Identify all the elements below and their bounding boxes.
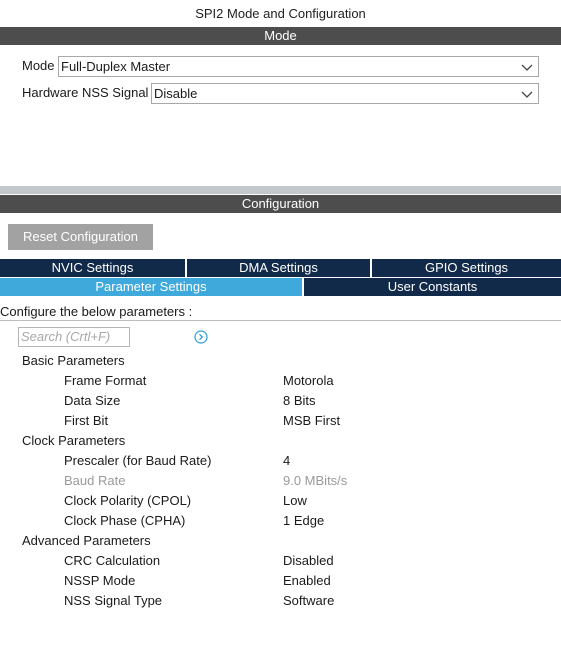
param-nssp-mode-value[interactable]: Enabled (283, 571, 331, 591)
chevron-down-icon (521, 91, 533, 98)
panel-splitter[interactable] (0, 186, 561, 194)
search-placeholder: Search (Crtl+F) (21, 329, 111, 344)
mode-select-value: Full-Duplex Master (61, 59, 171, 74)
tab-nvic-settings[interactable]: NVIC Settings (0, 259, 185, 277)
param-baud-rate-value: 9.0 MBits/s (283, 473, 348, 488)
group-advanced-parameters[interactable]: Advanced Parameters (22, 531, 151, 551)
search-next-icon[interactable] (194, 330, 208, 344)
configuration-section-header: Configuration (0, 195, 561, 213)
group-basic-parameters[interactable]: Basic Parameters (22, 351, 125, 371)
param-prescaler-name: Prescaler (for Baud Rate) (64, 453, 212, 468)
chevron-down-icon (521, 64, 533, 71)
param-cpha-name: Clock Phase (CPHA) (64, 513, 186, 528)
configure-hint-text: Configure the below parameters : (0, 303, 561, 321)
mode-section-header: Mode (0, 27, 561, 45)
param-frame-format-name: Frame Format (64, 373, 147, 388)
param-nss-signal-type-name: NSS Signal Type (64, 593, 163, 608)
group-clock-parameters[interactable]: Clock Parameters (22, 431, 125, 451)
param-nss-signal-type-value[interactable]: Software (283, 591, 334, 611)
tab-parameter-settings[interactable]: Parameter Settings (0, 278, 302, 296)
param-cpol-value[interactable]: Low (283, 491, 307, 511)
mode-select[interactable]: Full-Duplex Master (58, 56, 539, 77)
param-baud-rate-name: Baud Rate (64, 473, 126, 488)
window-title: SPI2 Mode and Configuration (195, 6, 366, 21)
nss-signal-select[interactable]: Disable (151, 83, 539, 104)
param-first-bit-value[interactable]: MSB First (283, 411, 340, 431)
nss-signal-label: Hardware NSS Signal (22, 85, 149, 100)
param-cpha-value[interactable]: 1 Edge (283, 511, 324, 531)
mode-label: Mode (22, 58, 55, 73)
param-crc-name: CRC Calculation (64, 553, 161, 568)
tab-gpio-settings[interactable]: GPIO Settings (372, 259, 561, 277)
tab-dma-settings[interactable]: DMA Settings (187, 259, 370, 277)
search-input[interactable]: Search (Crtl+F) (18, 327, 130, 347)
param-data-size-name: Data Size (64, 393, 121, 408)
tab-user-constants[interactable]: User Constants (304, 278, 561, 296)
param-first-bit-name: First Bit (64, 413, 109, 428)
reset-configuration-button[interactable]: Reset Configuration (8, 224, 153, 250)
param-prescaler-value[interactable]: 4 (283, 451, 290, 471)
param-crc-value[interactable]: Disabled (283, 551, 334, 571)
param-frame-format-value[interactable]: Motorola (283, 371, 334, 391)
param-cpol-name: Clock Polarity (CPOL) (64, 493, 192, 508)
param-data-size-value[interactable]: 8 Bits (283, 391, 316, 411)
nss-signal-select-value: Disable (154, 86, 198, 101)
param-nssp-mode-name: NSSP Mode (64, 573, 136, 588)
